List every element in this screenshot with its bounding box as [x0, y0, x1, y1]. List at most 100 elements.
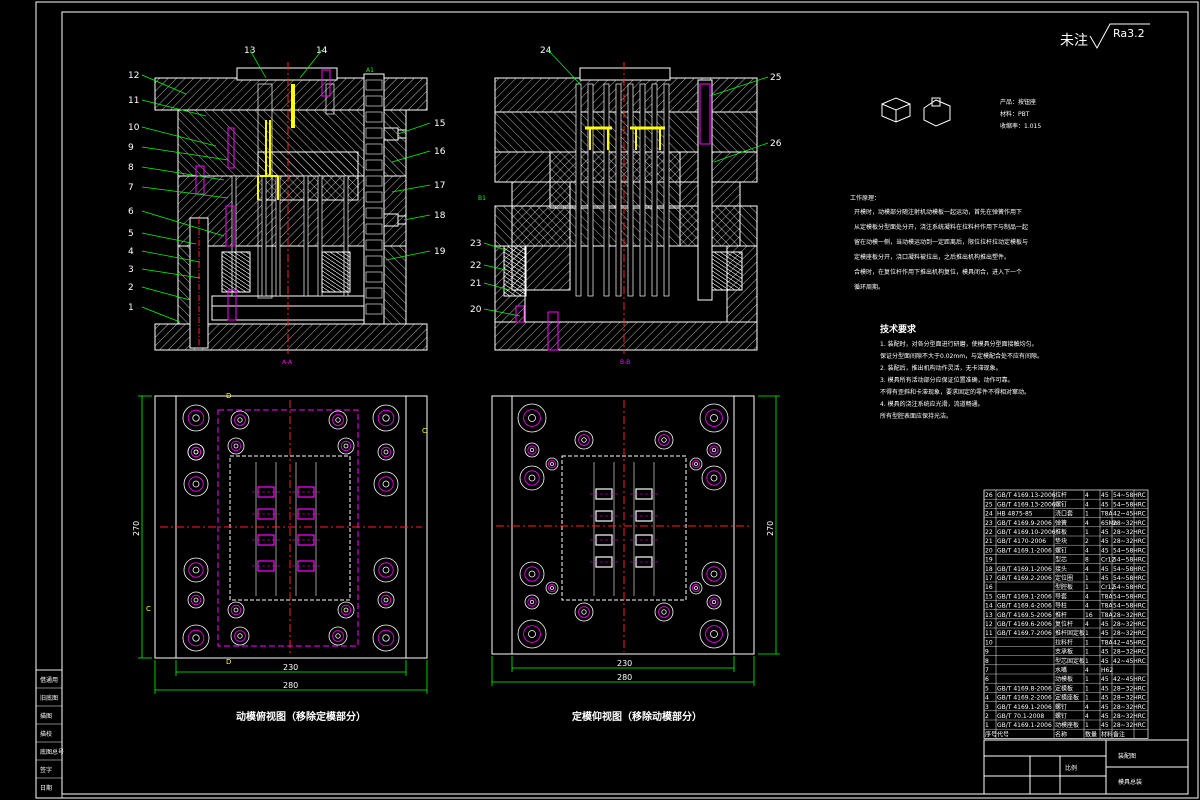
bom-cell: 54~58HRC: [1113, 593, 1146, 600]
bom-cell: 动模座板: [1055, 721, 1079, 729]
bom-header: 序号: [985, 730, 997, 738]
callout-label: 3: [128, 265, 134, 275]
callout-label: 25: [770, 73, 781, 83]
callout-label: 24: [540, 46, 552, 56]
tech-title: 技术要求: [880, 323, 917, 335]
bom-cell: 45: [1101, 547, 1109, 554]
bom-cell: T8A: [1100, 511, 1113, 518]
product-icons: [881, 97, 951, 127]
callout-label: 12: [128, 71, 139, 81]
roughness-value: Ra3.2: [1113, 27, 1145, 40]
roughness-label: 未注: [1060, 33, 1088, 49]
tech-lines: 1. 装配时，对各分型面进行研磨，使模具分型面接触均匀。保证分型面间隙不大于0.…: [880, 340, 1043, 420]
bom-cell: 28~32HRC: [1113, 520, 1146, 527]
bom-cell: 28~32HRC: [1113, 704, 1146, 711]
callout-label: 11: [128, 96, 139, 106]
bom-cell: 1: [1085, 639, 1089, 646]
svg-text:A1: A1: [366, 67, 374, 74]
dim-right-outer-width: 280: [617, 673, 632, 682]
marker-c-left: C: [146, 605, 151, 613]
bom-cell: 45: [1101, 492, 1109, 499]
bom-cell: 14: [985, 603, 993, 610]
bom-cell: 复位杆: [1055, 620, 1073, 628]
bom-cell: GB/T 4169.1-2006: [997, 566, 1052, 573]
bom-cell: 45: [1101, 529, 1109, 536]
bom-cell: GB/T 4169.10-2006: [997, 529, 1056, 536]
callout-label: 21: [470, 279, 481, 289]
bom-cell: 8: [1085, 557, 1089, 564]
left-plan-view: [154, 395, 428, 659]
bom-cell: HB 4875-85: [997, 511, 1033, 518]
bom-cell: GB/T 4169.1-2006: [997, 722, 1052, 729]
roughness-note: 未注 Ra3.2: [1060, 23, 1150, 50]
bom-cell: 12: [985, 621, 993, 628]
bom-cell: 4: [1085, 492, 1089, 499]
tech-line: 4. 模具的浇注系统应光滑，流道畅通。: [880, 400, 984, 408]
bom-cell: 螺钉: [1055, 703, 1067, 711]
dim-left-outer-width: 280: [283, 681, 298, 690]
marker-d-bottom: D: [226, 658, 231, 666]
strip-label: 描校: [40, 730, 52, 738]
bom-cell: T8A: [1100, 612, 1113, 619]
right-plan-caption: 定模仰视图（移除动模部分）: [572, 710, 702, 723]
bom-table: 26 GB/T 4169.13-2006 拉杆 4 45 54~58HRC25 GB/T 4…: [983, 489, 1149, 739]
bom-cell: 1: [1085, 695, 1089, 702]
bom-cell: 1: [1085, 676, 1089, 683]
product-material: 材料：PBT: [1000, 110, 1030, 118]
bom-cell: 54~58HRC: [1113, 575, 1146, 582]
process-line: 循环周期。: [854, 283, 884, 291]
bom-cell: 1: [1085, 529, 1089, 536]
tech-line: 不得有歪斜和卡滞现象，要求固定的零件不得相对窜动。: [880, 388, 1030, 396]
process-line: 从定模板分型面处分开，浇注系统凝料在拉料杆作用下与制品一起: [854, 223, 1028, 231]
bom-cell: 4: [1085, 547, 1089, 554]
bom-cell: 推杆: [1055, 611, 1067, 619]
bom-cell: 9: [985, 649, 989, 656]
process-line: 合模时，在复位杆作用下推出机构复位，模具闭合，进入下一个: [854, 268, 1022, 276]
bom-cell: 4: [1085, 501, 1089, 508]
bom-cell: 28~32HRC: [1113, 538, 1146, 545]
marker-d-top: D: [226, 392, 231, 400]
process-lines: 开模时，动模部分随注射机动模板一起运动，首先在弹簧作用下从定模板分型面处分开，浇…: [854, 208, 1028, 291]
callout-label: 9: [128, 143, 134, 153]
bom-cell: 型芯: [1055, 556, 1067, 564]
bom-cell: 28~32HRC: [1113, 649, 1146, 656]
bom-cell: 2: [985, 713, 989, 720]
bom-cell: 45: [1101, 676, 1109, 683]
bom-cell: 4: [1085, 704, 1089, 711]
right-plan-view: [491, 395, 755, 655]
bom-cell: GB/T 4169.6-2006: [997, 621, 1052, 628]
left-section-view: A1: [154, 62, 428, 354]
process-title: 工作原理：: [850, 194, 880, 202]
bom-cell: 4: [1085, 667, 1089, 674]
bom-cell: 45: [1101, 695, 1109, 702]
callout-label: 13: [244, 46, 255, 56]
strip-label: 日期: [40, 784, 52, 792]
bom-cell: GB/T 4169.1-2006: [997, 593, 1052, 600]
callout-label: 6: [128, 207, 134, 217]
bom-cell: GB/T 4169.1-2006: [997, 547, 1052, 554]
title-block-unit: 比例: [1065, 764, 1077, 772]
bom-cell: 17: [985, 575, 993, 582]
bom-cell: 45: [1101, 722, 1109, 729]
bom-cell: GB/T 4169.8-2006: [997, 685, 1052, 692]
bom-cell: GB/T 4169.13-2006: [997, 492, 1056, 499]
bom-cell: 28~32HRC: [1113, 630, 1146, 637]
tech-line: 所有型腔表面应保持光洁。: [880, 412, 952, 420]
bom-cell: 推板: [1055, 528, 1067, 536]
bom-cell: 7: [985, 667, 989, 674]
bom-cell: 54~58HRC: [1113, 501, 1146, 508]
bom-cell: 1: [1085, 575, 1089, 582]
bom-cell: T8A: [1100, 593, 1113, 600]
bom-cell: 45: [1101, 704, 1109, 711]
bom-cell: 1: [1085, 658, 1089, 665]
bom-cell: 54~58HRC: [1113, 557, 1146, 564]
marker-c-right: C: [422, 427, 427, 435]
bom-cell: 28~32HRC: [1113, 685, 1146, 692]
tech-line: 2. 装配后，推出机构动作灵活，无卡滞现象。: [880, 364, 1002, 372]
bom-cell: GB/T 4169.1-2006: [997, 704, 1052, 711]
bom-cell: 45: [1101, 621, 1109, 628]
bom-cell: 28~32HRC: [1113, 713, 1146, 720]
bom-cell: 5: [985, 685, 989, 692]
bom-cell: 1: [985, 722, 989, 729]
strip-label: 借通用: [40, 676, 58, 684]
